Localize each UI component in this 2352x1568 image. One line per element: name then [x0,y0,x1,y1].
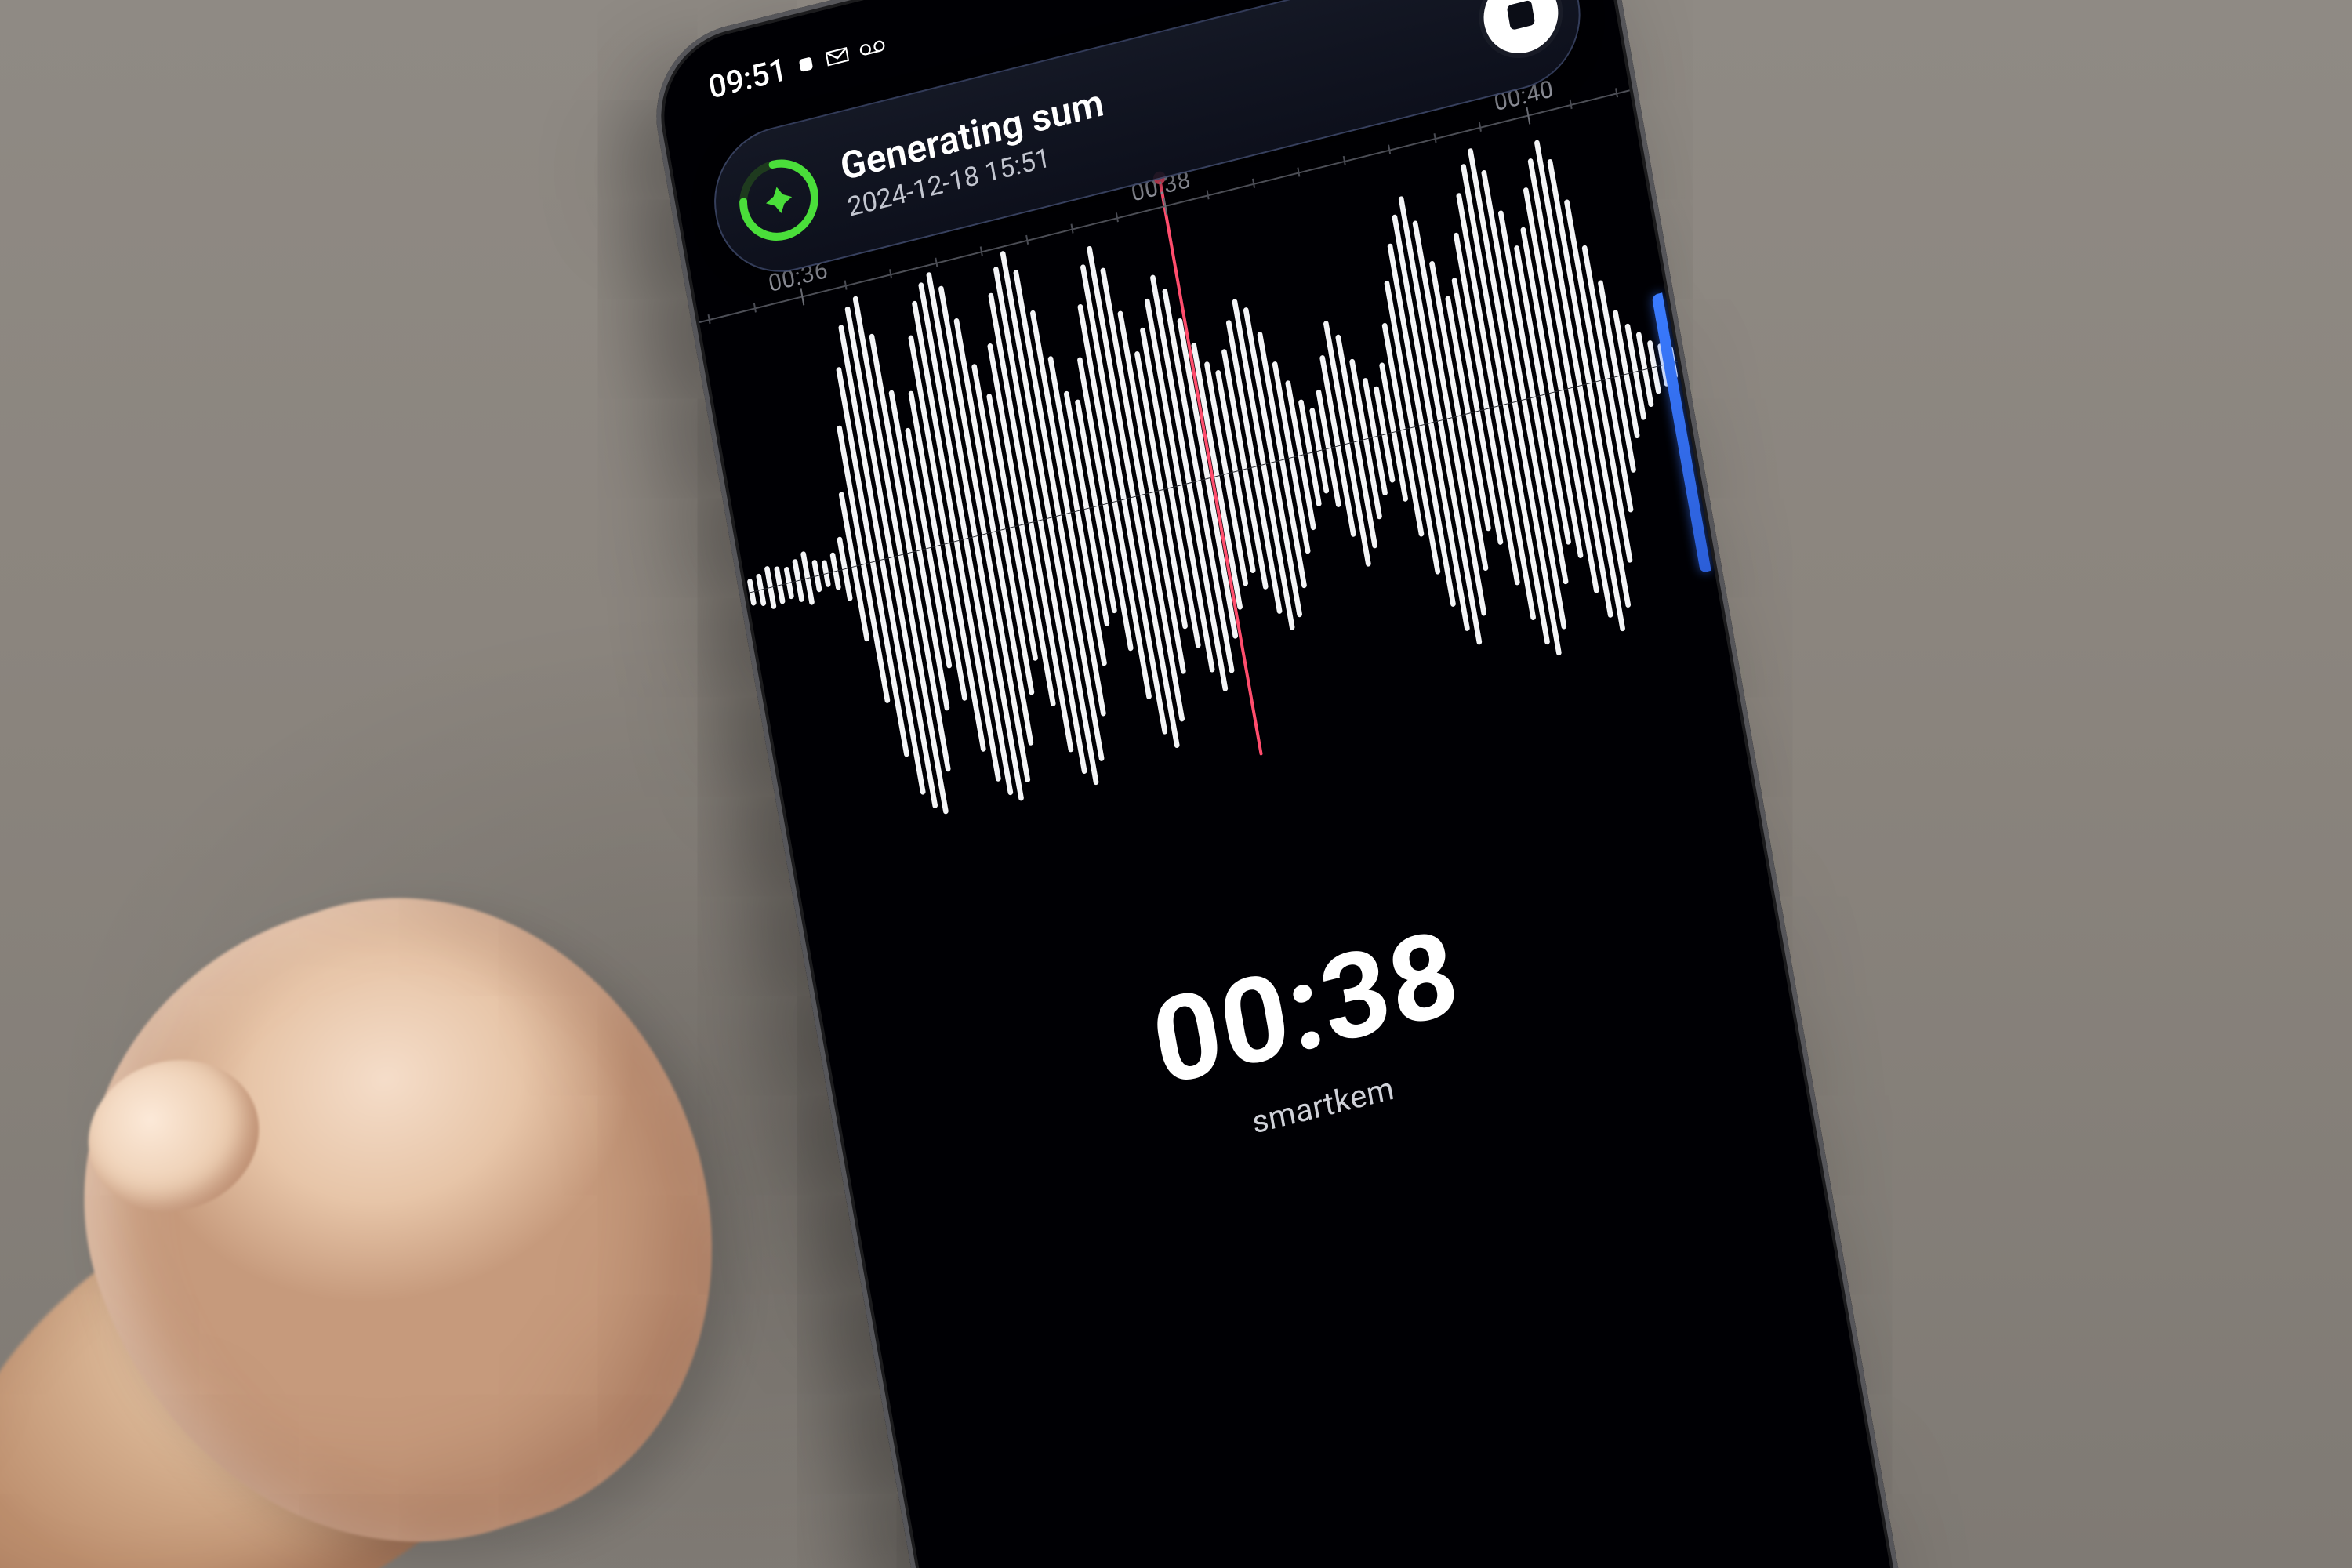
voicemail-icon [858,36,887,58]
stop-button[interactable] [1478,0,1564,61]
phone-screen[interactable]: 09:51 [652,0,1929,1568]
gmail-icon [825,44,851,68]
ai-progress-ring [729,147,828,253]
status-clock: 09:51 [706,51,789,107]
stop-icon [1507,0,1536,31]
phone-device: 09:51 [643,0,1938,1568]
recording-timer-block: 00:38 smartkem [829,825,1791,1240]
notification-dot-icon [796,53,818,75]
scene-photo: 09:51 [0,0,2352,1568]
